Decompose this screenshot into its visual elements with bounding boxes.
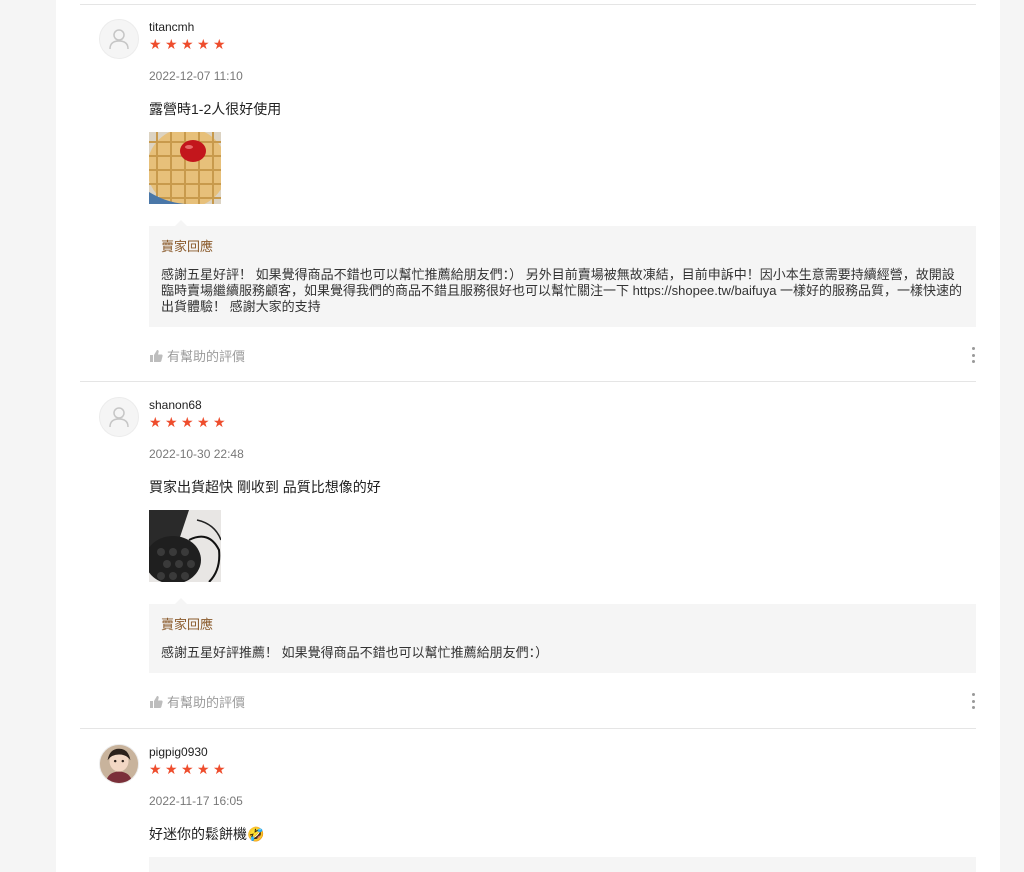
- rating-stars: ★ ★ ★ ★ ★: [149, 38, 227, 52]
- star-icon: ★: [181, 415, 194, 431]
- seller-reply: 賣家回應 感謝五星好評推薦！ 如果覺得商品不錯也可以幫忙推薦給朋友們：）: [149, 598, 976, 673]
- username[interactable]: titancmh: [149, 20, 194, 34]
- helpful-label: 有幫助的評價: [167, 349, 246, 364]
- review-item: pigpig0930 ★ ★ ★ ★ ★ 2022-11-17 16:05 好迷…: [80, 725, 976, 872]
- helpful-button[interactable]: 有幫助的評價: [149, 346, 245, 365]
- rating-stars: ★ ★ ★ ★ ★: [149, 763, 227, 777]
- reviews-panel: titancmh ★ ★ ★ ★ ★ 2022-12-07 11:10 露營時1…: [56, 0, 1000, 872]
- review-comment: 好迷你的鬆餅機🤣: [149, 826, 265, 842]
- review-date: 2022-10-30 22:48: [149, 447, 244, 461]
- review-photo-waffle[interactable]: [149, 132, 221, 204]
- reply-title: 賣家回應: [161, 617, 214, 632]
- star-icon: ★: [213, 762, 226, 778]
- username[interactable]: pigpig0930: [149, 745, 208, 759]
- reply-text: 感謝五星好評推薦！ 如果覺得商品不錯也可以幫忙推薦給朋友們：）: [161, 645, 549, 660]
- star-icon: ★: [149, 415, 162, 431]
- star-icon: ★: [197, 37, 210, 53]
- star-icon: ★: [149, 762, 162, 778]
- star-icon: ★: [165, 415, 178, 431]
- star-icon: ★: [197, 415, 210, 431]
- user-placeholder-icon: [109, 29, 129, 50]
- user-placeholder-icon: [109, 407, 129, 428]
- star-icon: ★: [165, 37, 178, 53]
- username[interactable]: shanon68: [149, 398, 202, 412]
- reply-pointer: [175, 598, 187, 604]
- reply-title: 賣家回應: [161, 239, 214, 254]
- thumbs-up-icon: [150, 349, 163, 362]
- helpful-label: 有幫助的評價: [167, 695, 246, 710]
- reply-text: 感謝五星好評！ 如果覺得商品不錯也可以幫忙推薦給朋友們：） 另外目前賣場被無故凍…: [161, 267, 963, 314]
- avatar[interactable]: [99, 397, 139, 437]
- helpful-button[interactable]: 有幫助的評價: [149, 692, 245, 711]
- rating-stars: ★ ★ ★ ★ ★: [149, 416, 227, 430]
- seller-reply: 賣家回應 感謝五星好評！ 如果覺得商品不錯也可以幫忙推薦給朋友們：） 另外目前賣…: [149, 220, 976, 327]
- star-icon: ★: [165, 762, 178, 778]
- star-icon: ★: [213, 415, 226, 431]
- star-icon: ★: [181, 37, 194, 53]
- star-icon: ★: [197, 762, 210, 778]
- review-comment: 露營時1-2人很好使用: [149, 101, 282, 117]
- seller-reply: [149, 857, 976, 872]
- more-options-icon[interactable]: [968, 693, 978, 709]
- review-item: shanon68 ★ ★ ★ ★ ★ 2022-10-30 22:48 買家出貨…: [80, 378, 976, 728]
- thumbs-up-icon: [150, 695, 163, 708]
- reply-pointer: [175, 220, 187, 226]
- star-icon: ★: [181, 762, 194, 778]
- review-item: titancmh ★ ★ ★ ★ ★ 2022-12-07 11:10 露營時1…: [80, 0, 976, 380]
- review-date: 2022-12-07 11:10: [149, 69, 243, 83]
- review-photo-waffle-maker[interactable]: [149, 510, 221, 582]
- user-photo-icon: [100, 745, 138, 783]
- avatar[interactable]: [99, 19, 139, 59]
- review-comment: 買家出貨超快 剛收到 品質比想像的好: [149, 479, 381, 495]
- star-icon: ★: [213, 37, 226, 53]
- avatar[interactable]: [99, 744, 139, 784]
- star-icon: ★: [149, 37, 162, 53]
- more-options-icon[interactable]: [968, 347, 978, 363]
- review-date: 2022-11-17 16:05: [149, 794, 243, 808]
